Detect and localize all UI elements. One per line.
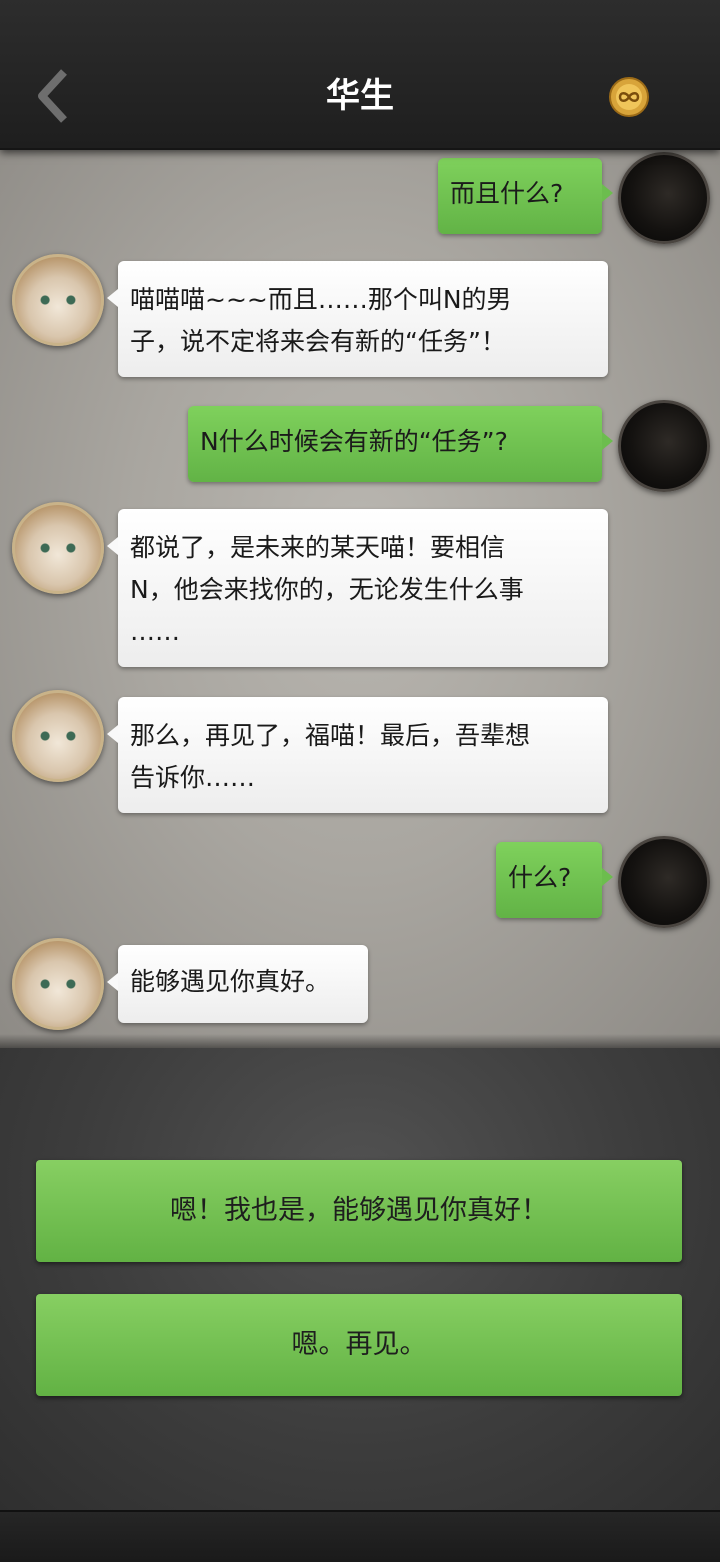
chat-area[interactable]: 而且什么? 喵喵喵~~~而且……那个叫N的男 子，说不定将来会有新的“任务”！ … bbox=[0, 148, 720, 1048]
player-avatar[interactable] bbox=[618, 152, 710, 244]
message-bubble-incoming: 能够遇见你真好。 bbox=[107, 945, 368, 1023]
message-line: 那么，再见了，福喵！最后，吾辈想 bbox=[130, 721, 531, 750]
cat-avatar[interactable] bbox=[12, 502, 104, 594]
cat-avatar[interactable] bbox=[12, 254, 104, 346]
gold-coin-infinity-icon bbox=[609, 77, 649, 117]
message-bubble-outgoing: N什么时候会有新的“任务”? bbox=[188, 406, 613, 482]
message-bubble-incoming: 喵喵喵~~~而且……那个叫N的男 子，说不定将来会有新的“任务”！ bbox=[107, 261, 608, 377]
choice-panel: 嗯！我也是，能够遇见你真好！ 嗯。再见。 bbox=[0, 1048, 720, 1510]
message-bubble-incoming: 那么，再见了，福喵！最后，吾辈想 告诉你…… bbox=[107, 697, 608, 813]
message-bubble-outgoing: 而且什么? bbox=[438, 158, 613, 234]
player-avatar[interactable] bbox=[618, 836, 710, 928]
coin-button[interactable] bbox=[608, 76, 650, 118]
message-bubble-outgoing: 什么? bbox=[496, 842, 613, 918]
message-line: 子，说不定将来会有新的“任务”！ bbox=[130, 327, 506, 356]
message-line: 都说了，是未来的某天喵！要相信 bbox=[130, 533, 506, 562]
message-line: 喵喵喵~~~而且……那个叫N的男 bbox=[130, 285, 512, 314]
message-line: 告诉你…… bbox=[130, 763, 256, 792]
bottom-bar bbox=[0, 1510, 720, 1562]
message-line: 能够遇见你真好。 bbox=[130, 967, 331, 996]
message-text: 而且什么? bbox=[450, 179, 564, 208]
player-avatar[interactable] bbox=[618, 400, 710, 492]
cat-avatar[interactable] bbox=[12, 938, 104, 1030]
message-text: 什么? bbox=[508, 863, 572, 892]
cat-avatar[interactable] bbox=[12, 690, 104, 782]
message-line: N，他会来找你的，无论发生什么事 bbox=[130, 575, 524, 604]
message-bubble-incoming: 都说了，是未来的某天喵！要相信 N，他会来找你的，无论发生什么事 …… bbox=[107, 509, 608, 667]
reply-choice-button[interactable]: 嗯！我也是，能够遇见你真好！ bbox=[36, 1160, 682, 1262]
message-text: N什么时候会有新的“任务”? bbox=[200, 427, 508, 456]
message-line: …… bbox=[130, 617, 180, 646]
reply-choice-button[interactable]: 嗯。再见。 bbox=[36, 1294, 682, 1396]
top-bar: 华生 bbox=[0, 0, 720, 150]
